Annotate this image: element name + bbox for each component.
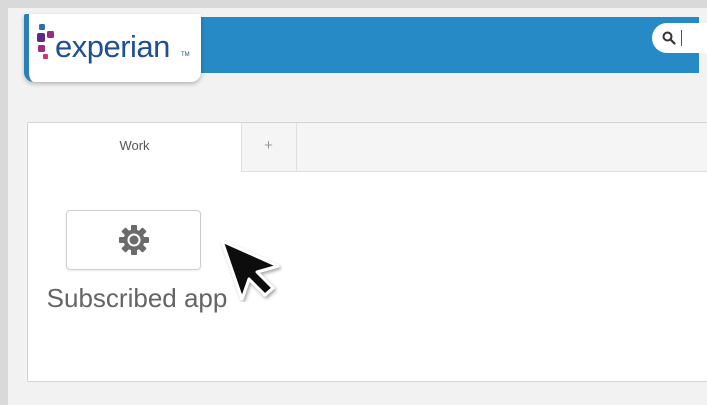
logo-trademark: TM <box>181 52 190 58</box>
search-input[interactable] <box>652 23 707 53</box>
tab-bar: Work + <box>28 123 707 172</box>
search-icon <box>662 31 676 45</box>
logo[interactable]: experian TM <box>24 14 201 82</box>
arrow-cursor-icon <box>220 240 280 301</box>
add-tab-button[interactable]: + <box>241 123 297 171</box>
logo-text: experian <box>55 29 170 64</box>
gear-icon <box>119 225 149 255</box>
tab-work[interactable]: Work <box>28 123 242 172</box>
text-caret <box>681 30 682 46</box>
app-caption: Subscribed app <box>46 283 228 313</box>
workspace-panel: Work + Subscribed app <box>27 122 707 382</box>
subscribed-app-tile[interactable] <box>66 210 201 270</box>
